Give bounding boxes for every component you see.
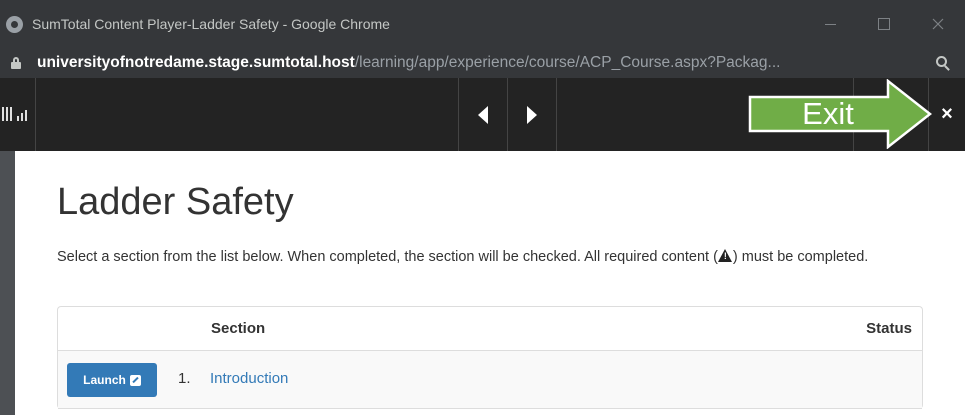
status-column-header: Status [866, 320, 912, 337]
row-number: 1. [178, 370, 191, 387]
exit-callout-label: Exit [802, 96, 854, 131]
required-warning-icon [717, 249, 733, 262]
launch-button[interactable]: Launch [67, 363, 157, 397]
launch-button-label: Launch [83, 373, 126, 387]
page-title: Ladder Safety [57, 181, 294, 223]
maximize-button[interactable] [857, 0, 911, 48]
menu-signal-icon[interactable] [2, 107, 27, 121]
lock-icon[interactable] [11, 57, 21, 69]
window-title: SumTotal Content Player-Ladder Safety - … [32, 16, 390, 32]
chrome-app-icon [6, 15, 23, 33]
url-text[interactable]: universityofnotredame.stage.sumtotal.hos… [37, 54, 780, 72]
exit-player-button[interactable]: × [929, 78, 965, 151]
toolbar-divider [35, 78, 36, 151]
instructions-end: ) must be completed. [732, 249, 869, 265]
previous-button[interactable] [459, 78, 507, 151]
instructions-text: Select a section from the list below. Wh… [57, 247, 937, 268]
external-link-icon [129, 374, 141, 386]
table-row: Launch 1. Introduction [58, 351, 922, 409]
url-path: /learning/app/experience/course/ACP_Cour… [354, 54, 781, 71]
address-bar[interactable]: universityofnotredame.stage.sumtotal.hos… [0, 48, 965, 78]
previous-arrow-icon [478, 105, 488, 124]
content-area: Ladder Safety Select a section from the … [15, 151, 965, 415]
zoom-icon[interactable] [936, 56, 950, 71]
table-header: Section Status [58, 307, 922, 351]
next-arrow-icon [527, 105, 537, 124]
close-window-icon [932, 18, 944, 30]
sections-table: Section Status Launch 1. Introduction [57, 306, 923, 409]
close-window-button[interactable] [911, 0, 965, 48]
next-button[interactable] [508, 78, 556, 151]
instructions-start: Select a section from the list below. Wh… [57, 249, 718, 265]
browser-window: SumTotal Content Player-Ladder Safety - … [0, 0, 965, 415]
minimize-button[interactable] [803, 0, 857, 48]
title-bar: SumTotal Content Player-Ladder Safety - … [0, 0, 965, 48]
window-controls [803, 0, 965, 48]
section-column-header: Section [211, 320, 266, 337]
url-host: universityofnotredame.stage.sumtotal.hos… [37, 54, 355, 71]
exit-callout-arrow: Exit [748, 79, 932, 149]
toolbar-divider [556, 78, 557, 151]
section-link-introduction[interactable]: Introduction [210, 370, 288, 387]
